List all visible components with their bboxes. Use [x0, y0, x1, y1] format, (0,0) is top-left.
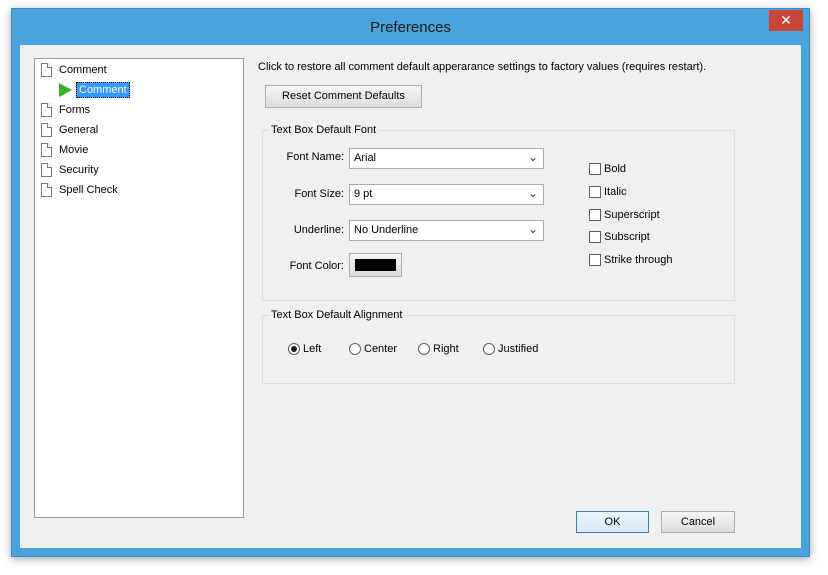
checkbox-label: Italic [604, 186, 627, 198]
radio-label: Justified [498, 343, 539, 355]
radio-dot [483, 343, 495, 355]
page-icon [41, 143, 52, 157]
radio-label: Left [303, 343, 322, 355]
font-size-select[interactable]: 9 pt ⌄ [349, 184, 544, 205]
font-size-label: Font Size: [294, 188, 344, 200]
title-bar[interactable]: Preferences ✕ [12, 9, 809, 45]
green-arrow-icon [59, 83, 72, 97]
checkbox-box [589, 209, 601, 221]
dialog-body: Comment Comment Forms General Movie Secu… [20, 45, 801, 548]
font-group: Text Box Default Font Font Name: Arial ⌄… [262, 124, 735, 301]
checkbox-label: Subscript [604, 231, 650, 243]
checkbox-box [589, 186, 601, 198]
tree-item-label: Comment [76, 82, 130, 98]
restore-hint: Click to restore all comment default app… [258, 61, 707, 73]
checkbox-box [589, 231, 601, 243]
tree-item-label: Comment [59, 64, 107, 76]
bold-checkbox[interactable]: Bold [589, 161, 626, 177]
align-justified-radio[interactable]: Justified [483, 341, 538, 357]
page-icon [41, 123, 52, 137]
font-group-legend: Text Box Default Font [269, 124, 379, 136]
reset-comment-defaults-button[interactable]: Reset Comment Defaults [265, 85, 422, 108]
tree-item-forms[interactable]: Forms [41, 101, 90, 119]
radio-dot [288, 343, 300, 355]
ok-button[interactable]: OK [576, 511, 649, 533]
font-name-value: Arial [354, 152, 377, 164]
align-left-radio[interactable]: Left [288, 341, 321, 357]
alignment-group: Text Box Default Alignment Left Center R… [262, 309, 735, 384]
page-icon [41, 183, 52, 197]
align-center-radio[interactable]: Center [349, 341, 397, 357]
align-right-radio[interactable]: Right [418, 341, 459, 357]
italic-checkbox[interactable]: Italic [589, 184, 627, 200]
font-name-label: Font Name: [286, 151, 344, 163]
tree-item-label: Forms [59, 104, 91, 116]
underline-label: Underline: [293, 224, 344, 236]
preferences-window: Preferences ✕ Comment Comment Forms Gene… [11, 8, 810, 557]
chevron-down-icon: ⌄ [527, 186, 538, 200]
close-button[interactable]: ✕ [769, 10, 803, 31]
page-icon [41, 163, 52, 177]
cancel-button[interactable]: Cancel [661, 511, 735, 533]
checkbox-label: Bold [604, 163, 627, 175]
tree-item-label: General [59, 124, 99, 136]
checkbox-box [589, 254, 601, 266]
page-icon [41, 63, 52, 77]
tree-item-general[interactable]: General [41, 121, 98, 139]
font-size-value: 9 pt [354, 188, 373, 200]
checkbox-label: Superscript [604, 209, 660, 221]
tree-item-label: Spell Check [59, 184, 118, 196]
font-color-swatch [355, 259, 396, 271]
tree-item-movie[interactable]: Movie [41, 141, 88, 159]
tree-item-spell-check[interactable]: Spell Check [41, 181, 118, 199]
underline-select[interactable]: No Underline ⌄ [349, 220, 544, 241]
strike-through-checkbox[interactable]: Strike through [589, 252, 672, 268]
underline-value: No Underline [354, 224, 419, 236]
chevron-down-icon: ⌄ [527, 150, 538, 164]
subscript-checkbox[interactable]: Subscript [589, 229, 650, 245]
tree-item-comment-sub[interactable]: Comment [59, 81, 130, 99]
close-icon: ✕ [780, 12, 792, 28]
checkbox-box [589, 163, 601, 175]
radio-dot [418, 343, 430, 355]
font-name-select[interactable]: Arial ⌄ [349, 148, 544, 169]
radio-dot [349, 343, 361, 355]
page-icon [41, 103, 52, 117]
radio-label: Right [433, 343, 459, 355]
checkbox-label: Strike through [604, 254, 673, 266]
superscript-checkbox[interactable]: Superscript [589, 207, 660, 223]
tree-item-security[interactable]: Security [41, 161, 99, 179]
alignment-group-legend: Text Box Default Alignment [269, 309, 405, 321]
font-color-button[interactable] [349, 253, 402, 277]
chevron-down-icon: ⌄ [527, 222, 538, 236]
window-title: Preferences [370, 19, 451, 36]
tree-item-label: Movie [59, 144, 89, 156]
font-color-label: Font Color: [289, 260, 344, 272]
tree-item-comment[interactable]: Comment [41, 61, 107, 79]
category-tree[interactable]: Comment Comment Forms General Movie Secu… [34, 58, 244, 518]
tree-item-label: Security [59, 164, 99, 176]
radio-label: Center [364, 343, 398, 355]
